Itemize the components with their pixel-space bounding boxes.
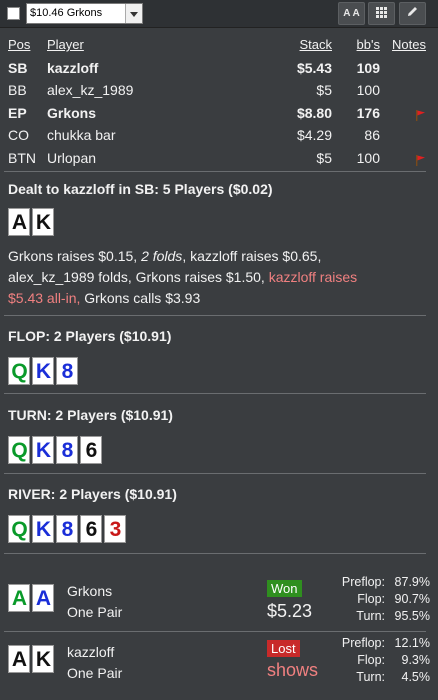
header-stack[interactable]: Stack — [299, 34, 332, 56]
player-bbs: 109 — [356, 59, 380, 76]
players-table: Pos Player Stack bb's Notes SB kazzloff $5… — [8, 34, 430, 169]
playing-card: 8 — [56, 436, 78, 464]
showdown-player: Grkons — [67, 583, 113, 599]
player-stack: $5 — [316, 149, 332, 166]
playing-card: K — [32, 357, 54, 385]
equity-stats: Preflop: 87.9% Flop: 90.7% Turn: 95.5% — [341, 575, 430, 623]
playing-card: K — [32, 436, 54, 464]
player-row[interactable]: EP Grkons $8.80 176 — [8, 102, 430, 125]
showdown-winner: AA Grkons One Pair Won $5.23 Preflop: 87.… — [8, 574, 430, 624]
player-name: Grkons — [47, 104, 97, 121]
player-row[interactable]: BB alex_kz_1989 $5 100 — [8, 79, 430, 102]
turn-cards: QK86 — [8, 436, 102, 464]
player-pos: SB — [8, 59, 28, 76]
preflop-actions: Grkons raises $0.15, 2 folds, kazzloff r… — [8, 248, 358, 306]
divider — [4, 631, 426, 632]
chevron-down-icon[interactable] — [125, 4, 142, 23]
player-name: chukka bar — [47, 127, 116, 143]
playing-card: A — [8, 645, 30, 673]
divider — [4, 171, 426, 172]
flop-title: FLOP: 2 Players ($10.91) — [8, 328, 172, 344]
playing-card: A — [8, 208, 30, 236]
divider — [4, 553, 426, 554]
player-bbs: 176 — [356, 104, 380, 121]
player-stack: $5 — [316, 82, 332, 98]
flag-icon[interactable] — [414, 147, 426, 169]
header-bbs[interactable]: bb's — [357, 34, 380, 56]
toolbar: $10.46 Grkons A A — [0, 0, 438, 28]
divider — [4, 315, 426, 316]
divider — [4, 473, 426, 474]
showdown-cards: AA — [8, 584, 54, 612]
playing-card: K — [32, 515, 54, 543]
player-name: Urlopan — [47, 149, 97, 166]
grid-button[interactable] — [368, 2, 395, 25]
hole-cards: AK — [8, 208, 54, 236]
header-notes[interactable]: Notes — [392, 34, 426, 56]
playing-card: Q — [8, 357, 30, 385]
playing-card: Q — [8, 436, 30, 464]
playing-card: 8 — [56, 357, 78, 385]
player-pos: BTN — [8, 149, 36, 166]
header-pos[interactable]: Pos — [8, 34, 30, 56]
player-name: kazzloff — [47, 59, 99, 76]
player-name: alex_kz_1989 — [47, 82, 134, 98]
font-size-button[interactable]: A A — [338, 2, 365, 25]
preflop-title: Dealt to kazzloff in SB: 5 Players ($0.0… — [8, 181, 273, 197]
playing-card: K — [32, 208, 54, 236]
flop-cards: QK8 — [8, 357, 78, 385]
turn-title: TURN: 2 Players ($10.91) — [8, 407, 173, 423]
showdown-hand: One Pair — [67, 604, 123, 620]
showdown-cards: AK — [8, 645, 54, 673]
playing-card: K — [32, 645, 54, 673]
hand-dropdown[interactable]: $10.46 Grkons — [26, 3, 143, 24]
equity-stats: Preflop: 12.1% Flop: 9.3% Turn: 4.5% — [341, 636, 430, 684]
flag-icon[interactable] — [414, 102, 426, 124]
hand-dropdown-value: $10.46 Grkons — [30, 7, 103, 19]
playing-card: Q — [8, 515, 30, 543]
playing-card: 6 — [80, 515, 102, 543]
player-stack: $4.29 — [296, 127, 332, 143]
showdown-hand: One Pair — [67, 665, 123, 681]
select-checkbox[interactable] — [7, 7, 20, 20]
player-row[interactable]: CO chukka bar $4.29 86 — [8, 124, 430, 147]
player-stack: $8.80 — [296, 104, 332, 121]
player-pos: EP — [8, 104, 27, 121]
player-bbs: 86 — [364, 127, 380, 143]
playing-card: 6 — [80, 436, 102, 464]
divider — [4, 393, 426, 394]
playing-card: A — [32, 584, 54, 612]
player-stack: $5.43 — [296, 59, 332, 76]
grid-icon — [376, 7, 387, 18]
river-cards: QK863 — [8, 515, 126, 543]
playing-card: A — [8, 584, 30, 612]
showdown-player: kazzloff — [67, 644, 115, 660]
playing-card: 8 — [56, 515, 78, 543]
pencil-icon — [408, 7, 417, 16]
river-title: RIVER: 2 Players ($10.91) — [8, 486, 177, 502]
showdown-loser: AK kazzloff One Pair Lost shows Preflop:… — [8, 635, 430, 685]
playing-card: 3 — [104, 515, 126, 543]
player-pos: CO — [8, 127, 29, 143]
player-row[interactable]: SB kazzloff $5.43 109 — [8, 57, 430, 80]
player-row[interactable]: BTN Urlopan $5 100 — [8, 147, 430, 170]
player-bbs: 100 — [356, 149, 380, 166]
header-player[interactable]: Player — [47, 34, 84, 56]
players-header: Pos Player Stack bb's Notes — [8, 34, 430, 57]
edit-button[interactable] — [399, 2, 426, 25]
player-bbs: 100 — [356, 82, 380, 98]
player-pos: BB — [8, 82, 27, 98]
